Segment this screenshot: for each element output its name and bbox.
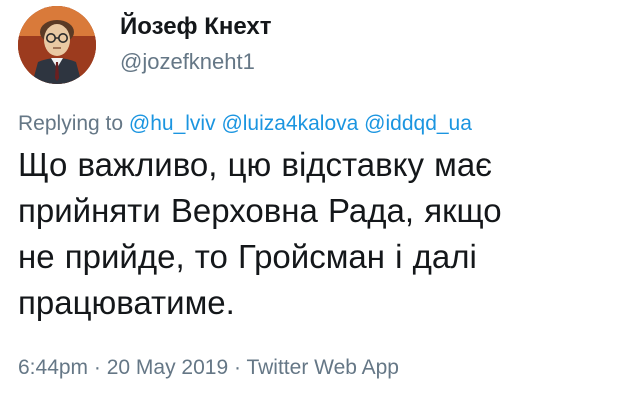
- mention-link[interactable]: @iddqd_ua: [364, 112, 472, 135]
- tweet-time[interactable]: 6:44pm: [18, 356, 88, 379]
- author-names: Йозеф Кнехт @jozefkneht1: [120, 12, 272, 76]
- mention-link[interactable]: @hu_lviv: [129, 112, 216, 135]
- avatar-portrait-icon: [18, 6, 96, 84]
- replying-to-label: Replying to: [18, 112, 124, 135]
- meta-separator: ·: [234, 356, 241, 379]
- avatar[interactable]: [18, 6, 96, 84]
- display-name[interactable]: Йозеф Кнехт: [120, 12, 272, 42]
- tweet-source: Twitter Web App: [246, 356, 399, 379]
- replying-to-line: Replying to @hu_lviv @luiza4kalova @iddq…: [18, 110, 472, 138]
- mention-link[interactable]: @luiza4kalova: [221, 112, 358, 135]
- tweet-header: Йозеф Кнехт @jozefkneht1: [18, 6, 598, 86]
- tweet-meta: 6:44pm · 20 May 2019 · Twitter Web App: [18, 354, 399, 382]
- user-handle[interactable]: @jozefkneht1: [120, 48, 272, 76]
- tweet-card: Йозеф Кнехт @jozefkneht1 Replying to @hu…: [0, 0, 620, 407]
- tweet-text: Що важливо, цю відставку має прийняти Ве…: [18, 146, 502, 321]
- meta-separator: ·: [93, 356, 101, 379]
- tweet-date[interactable]: 20 May 2019: [107, 356, 228, 379]
